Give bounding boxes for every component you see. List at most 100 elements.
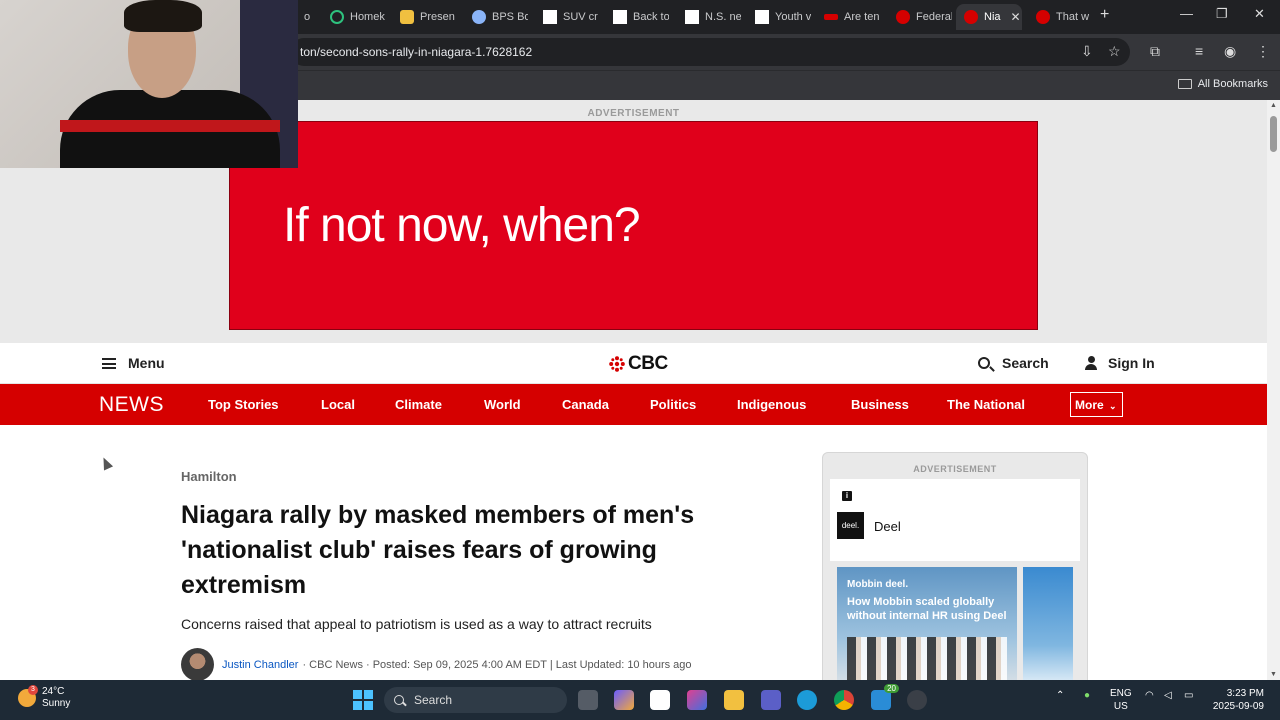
- browser-tab[interactable]: BPS Bo: [464, 4, 528, 30]
- sign-in-button[interactable]: Sign In: [1084, 355, 1155, 371]
- nav-item-indigenous[interactable]: Indigenous: [737, 397, 806, 412]
- browser-tab[interactable]: Are ten: [816, 4, 880, 30]
- teams-icon[interactable]: [761, 690, 781, 710]
- profile-icon[interactable]: ◉: [1224, 43, 1236, 60]
- tab-favicon-icon: [543, 10, 557, 24]
- m365-icon[interactable]: [687, 690, 707, 710]
- nav-item-world[interactable]: World: [484, 397, 521, 412]
- nav-item-business[interactable]: Business: [851, 397, 909, 412]
- taskbar-search[interactable]: Search: [384, 687, 567, 713]
- weather-widget[interactable]: 3 24°C Sunny: [18, 685, 71, 710]
- scroll-down-icon[interactable]: ▼: [1270, 671, 1277, 678]
- chrome-icon[interactable]: [834, 690, 854, 710]
- language-indicator[interactable]: ENG US: [1110, 687, 1132, 713]
- more-options-icon[interactable]: ⋮: [1256, 43, 1270, 60]
- windows-start-icon[interactable]: [353, 690, 373, 710]
- lang-top: ENG: [1110, 688, 1132, 699]
- close-tab-icon[interactable]: ✕: [1011, 10, 1021, 24]
- restore-icon[interactable]: ❐: [1216, 6, 1228, 22]
- microphone-icon[interactable]: ●: [1084, 690, 1090, 701]
- notification-badge: 20: [884, 684, 899, 693]
- byline: Justin Chandler · CBC News · Posted: Sep…: [181, 648, 692, 680]
- battery-icon[interactable]: ▭: [1184, 690, 1193, 701]
- browser-tab[interactable]: Federal: [888, 4, 952, 30]
- news-brand[interactable]: NEWS: [99, 393, 164, 417]
- search-label: Search: [1002, 355, 1049, 371]
- address-bar[interactable]: ton/second-sons-rally-in-niagara-1.76281…: [290, 38, 1130, 66]
- close-window-icon[interactable]: ✕: [1254, 6, 1265, 22]
- page-scrollbar[interactable]: ▲ ▼: [1267, 100, 1280, 680]
- cbc-logo[interactable]: CBC: [609, 353, 668, 375]
- weather-temp: 24°C: [42, 686, 65, 697]
- nav-item-canada[interactable]: Canada: [562, 397, 609, 412]
- browser-tab[interactable]: Youth v: [747, 4, 811, 30]
- file-explorer-icon[interactable]: [724, 690, 744, 710]
- ad-info-icon[interactable]: i: [842, 491, 852, 501]
- tab-title: Youth v: [775, 11, 811, 23]
- browser-tab[interactable]: Homek: [322, 4, 386, 30]
- browser-tab[interactable]: Presen: [392, 4, 456, 30]
- section-label[interactable]: Hamilton: [181, 469, 237, 484]
- clock-date: 2025-09-09: [1212, 701, 1264, 712]
- ad-banner[interactable]: If not now, when?: [229, 121, 1038, 330]
- ad-card[interactable]: i deel. Deel: [830, 479, 1080, 561]
- store-icon[interactable]: [650, 690, 670, 710]
- new-tab-icon[interactable]: +: [1100, 6, 1109, 24]
- browser-tab[interactable]: That w: [1028, 4, 1094, 30]
- nav-item-the-national[interactable]: The National: [947, 397, 1025, 412]
- nav-item-politics[interactable]: Politics: [650, 397, 696, 412]
- author-avatar: [181, 648, 214, 680]
- copilot-icon[interactable]: [614, 690, 634, 710]
- weather-condition: Sunny: [42, 698, 71, 709]
- search-icon: [394, 695, 404, 705]
- menu-button[interactable]: Menu: [102, 355, 165, 371]
- browser-tab[interactable]: N.S. ne: [677, 4, 741, 30]
- all-bookmarks-button[interactable]: All Bookmarks: [1177, 78, 1268, 90]
- nav-item-climate[interactable]: Climate: [395, 397, 442, 412]
- user-icon: [1084, 356, 1098, 370]
- app-icon[interactable]: [907, 690, 927, 710]
- system-clock[interactable]: 3:23 PM 2025-09-09: [1208, 687, 1264, 713]
- browser-tab[interactable]: o: [296, 4, 322, 30]
- edge-icon[interactable]: [797, 690, 817, 710]
- task-view-icon[interactable]: [578, 690, 598, 710]
- nav-item-local[interactable]: Local: [321, 397, 355, 412]
- advertiser-name[interactable]: Deel: [874, 519, 901, 534]
- tab-title: o: [304, 11, 311, 23]
- mouse-cursor-icon: [98, 455, 114, 471]
- browser-tab[interactable]: Back to: [605, 4, 669, 30]
- browser-tab-active[interactable]: Nia ✕: [956, 4, 1022, 30]
- tray-overflow-icon[interactable]: ⌃: [1056, 690, 1064, 701]
- author-link[interactable]: Justin Chandler: [222, 659, 298, 671]
- search-icon: [978, 357, 990, 369]
- windows-taskbar: 3 24°C Sunny Search 20 ⌃ ● ENG US ◠ ◁ ▭ …: [0, 680, 1280, 720]
- ad-image-tile[interactable]: Mobbin deel. How Mobbin scaled globally …: [837, 567, 1017, 680]
- install-app-icon[interactable]: ⇩: [1081, 43, 1093, 60]
- ad-label: ADVERTISEMENT: [913, 464, 997, 474]
- bookmark-star-icon[interactable]: ☆: [1108, 43, 1121, 60]
- tab-favicon-icon: [685, 10, 699, 24]
- cbc-gem-icon: [896, 10, 910, 24]
- volume-icon[interactable]: ◁: [1164, 690, 1172, 701]
- tab-title: Nia: [984, 11, 1001, 23]
- browser-tab[interactable]: SUV cr: [535, 4, 599, 30]
- more-button[interactable]: More ⌄: [1070, 392, 1123, 417]
- ad-image-tile[interactable]: [1023, 567, 1073, 680]
- nav-item-top-stories[interactable]: Top Stories: [208, 397, 279, 412]
- mail-icon[interactable]: 20: [871, 684, 899, 710]
- minimize-icon[interactable]: —: [1180, 6, 1193, 21]
- ad-banner-text: If not now, when?: [283, 199, 641, 252]
- side-ad[interactable]: ADVERTISEMENT i deel. Deel Mobbin deel. …: [822, 452, 1088, 680]
- scroll-thumb[interactable]: [1270, 116, 1277, 152]
- wifi-icon[interactable]: ◠: [1145, 690, 1154, 701]
- cbc-gem-icon: [609, 356, 625, 372]
- tab-favicon-icon: [472, 10, 486, 24]
- all-bookmarks-label: All Bookmarks: [1197, 78, 1268, 90]
- ad-tile-text: How Mobbin scaled globally without inter…: [847, 596, 1007, 622]
- search-button[interactable]: Search: [978, 355, 1049, 371]
- scroll-up-icon[interactable]: ▲: [1270, 102, 1277, 109]
- url-text[interactable]: ton/second-sons-rally-in-niagara-1.76281…: [300, 45, 532, 59]
- extensions-icon[interactable]: ⧉: [1150, 43, 1160, 60]
- article-headline: Niagara rally by masked members of men's…: [181, 501, 695, 599]
- media-controls-icon[interactable]: ≡: [1195, 43, 1203, 59]
